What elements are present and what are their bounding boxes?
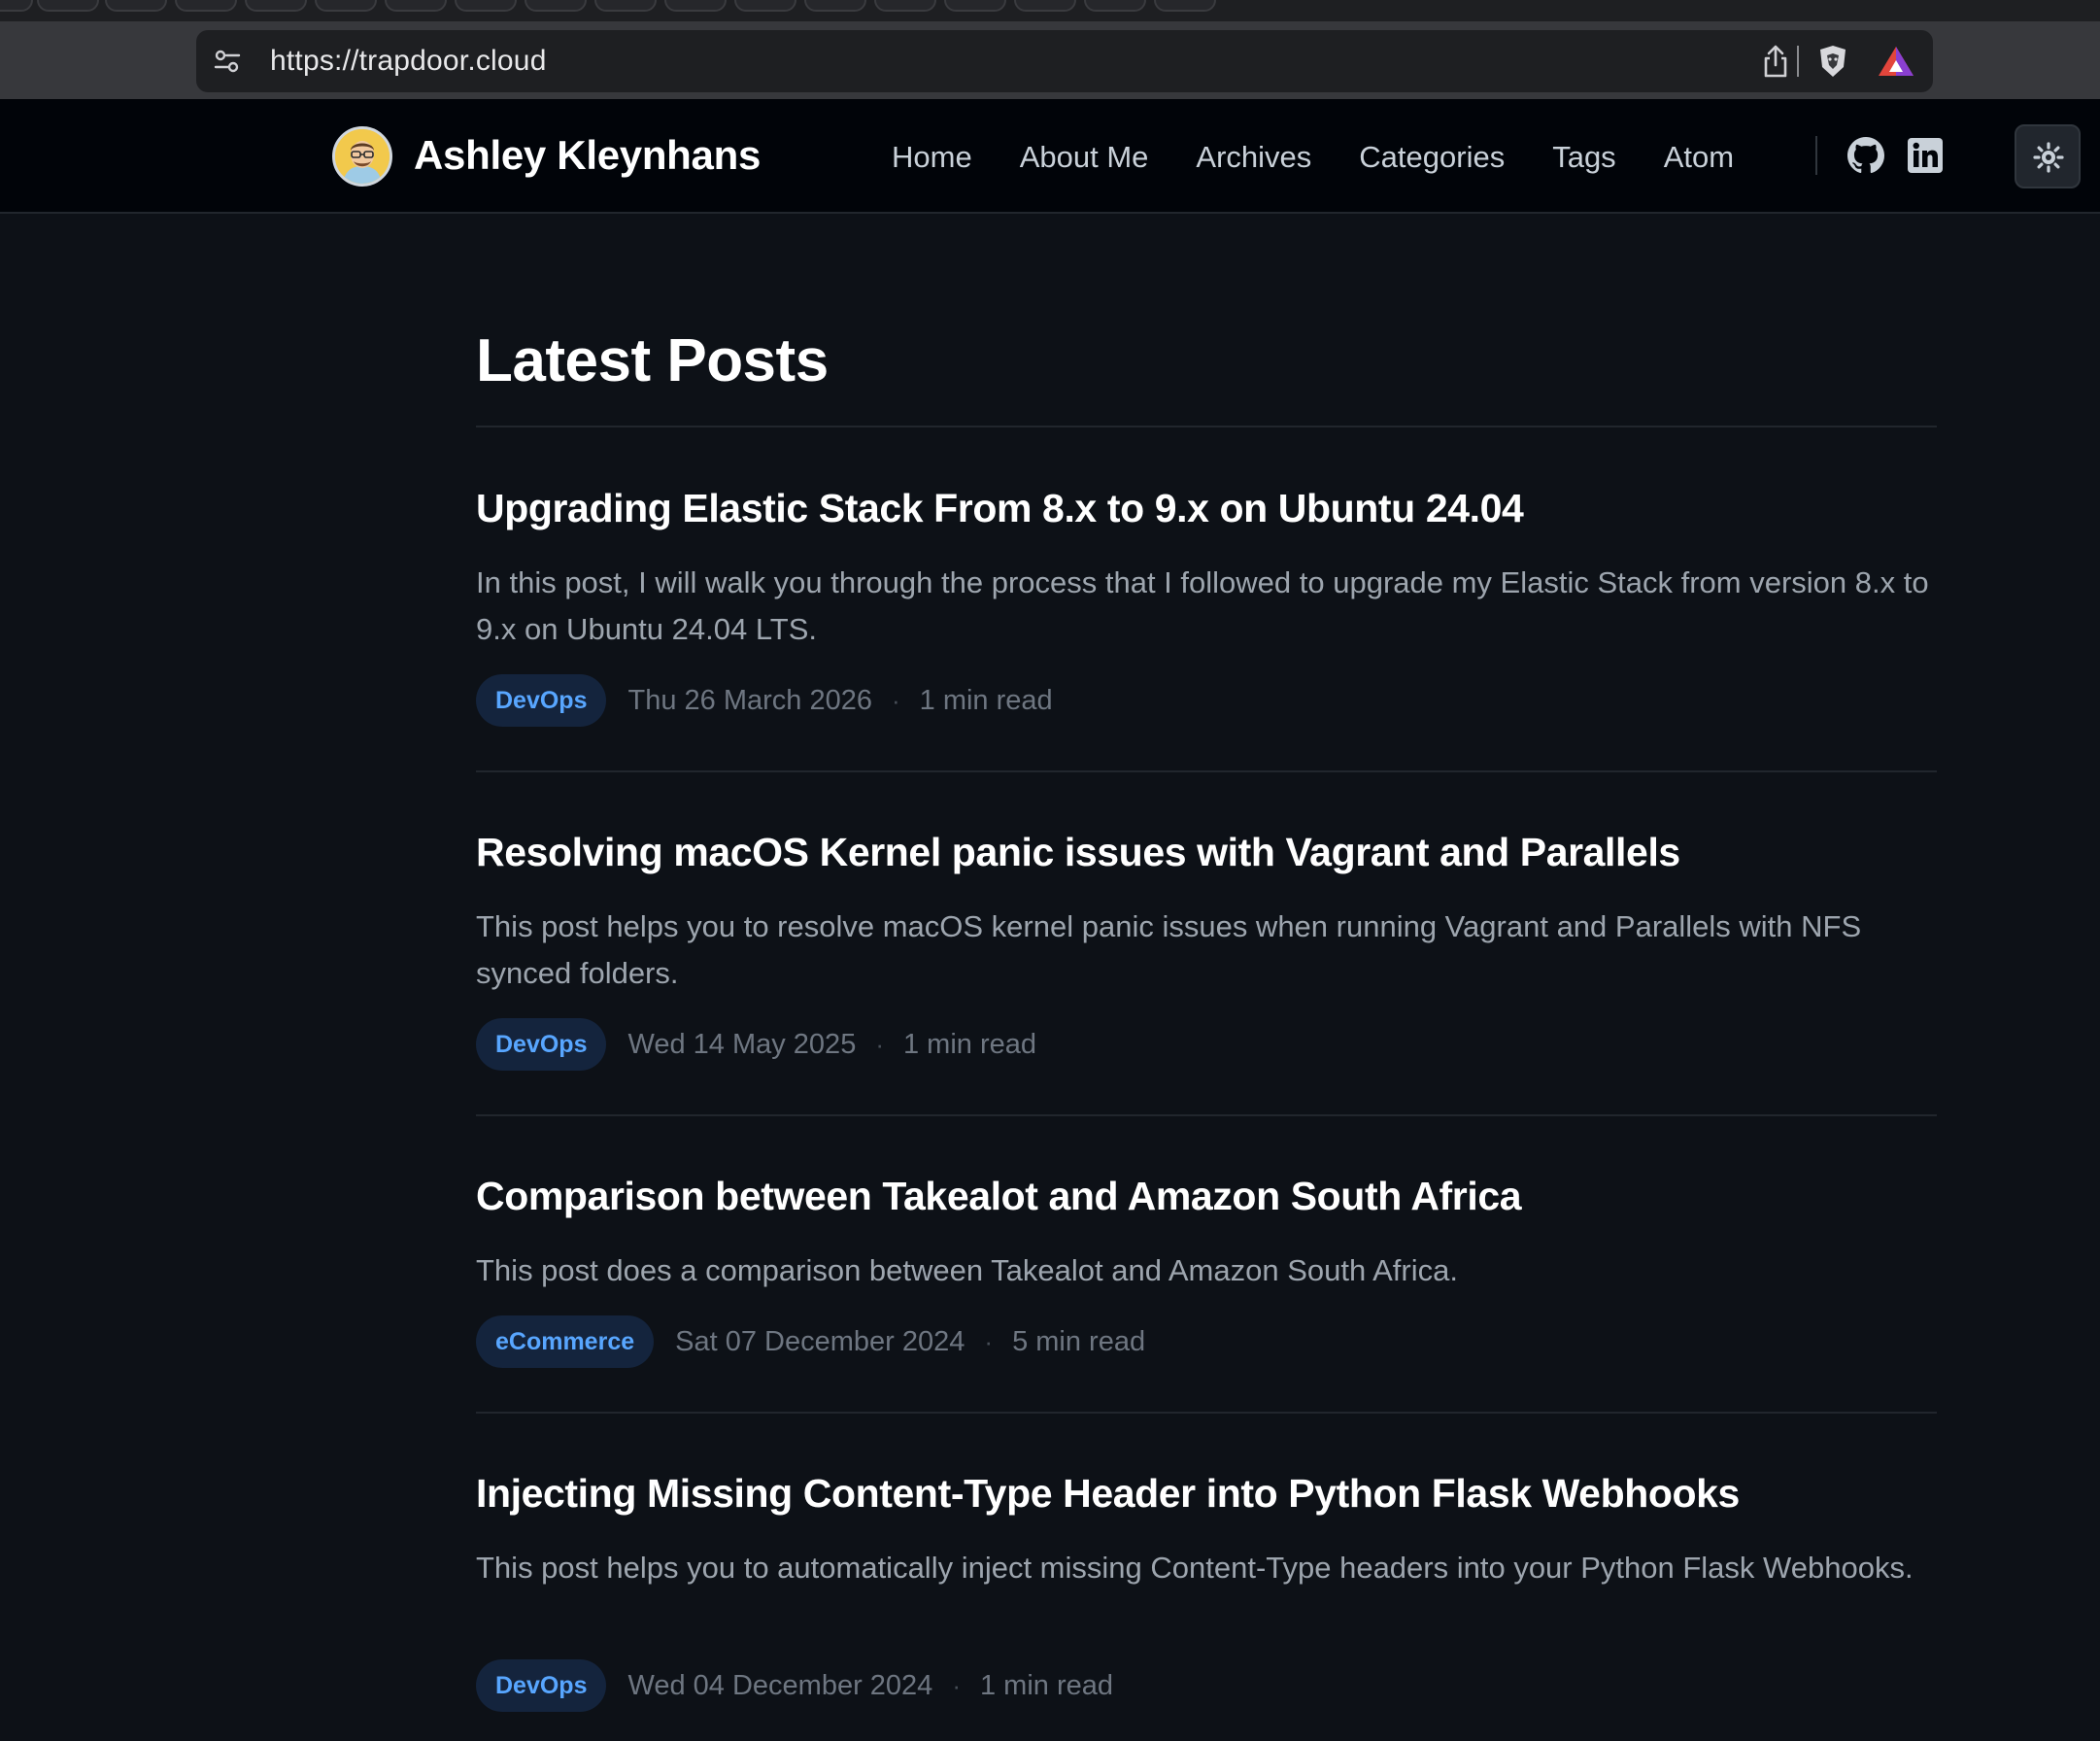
nav-archives[interactable]: Archives <box>1196 140 1311 175</box>
browser-tab[interactable] <box>664 0 727 12</box>
category-badge[interactable]: DevOps <box>476 1018 607 1071</box>
nav-about-me[interactable]: About Me <box>1020 140 1149 175</box>
divider <box>476 770 1937 772</box>
post-title[interactable]: Resolving macOS Kernel panic issues with… <box>476 830 1680 875</box>
post-meta: DevOps Wed 14 May 2025 · 1 min read <box>476 1018 1036 1071</box>
theme-toggle-button[interactable] <box>2015 124 2081 188</box>
divider <box>476 426 1937 427</box>
toolbar-divider <box>1797 46 1799 77</box>
post-meta: DevOps Wed 04 December 2024 · 1 min read <box>476 1659 1113 1712</box>
nav-tags[interactable]: Tags <box>1552 140 1615 175</box>
nav-divider <box>1815 136 1817 175</box>
post-date: Wed 04 December 2024 <box>627 1669 933 1701</box>
read-time: 1 min read <box>903 1028 1037 1060</box>
address-bar[interactable]: https://trapdoor.cloud <box>196 30 1933 92</box>
avatar-illustration <box>335 129 390 184</box>
browser-tab[interactable] <box>175 0 237 12</box>
avatar[interactable] <box>332 126 392 187</box>
category-badge[interactable]: eCommerce <box>476 1315 655 1368</box>
brave-shields-icon[interactable] <box>1816 44 1849 79</box>
post-summary: In this post, I will walk you through th… <box>476 565 1929 646</box>
post-title[interactable]: Upgrading Elastic Stack From 8.x to 9.x … <box>476 486 1524 531</box>
post-meta: DevOps Thu 26 March 2026 · 1 min read <box>476 674 1053 727</box>
nav-home[interactable]: Home <box>892 140 972 175</box>
browser-tab[interactable] <box>0 0 33 12</box>
browser-tab[interactable] <box>245 0 307 12</box>
read-time: 5 min read <box>1012 1325 1146 1357</box>
meta-separator: · <box>891 685 900 715</box>
browser-toolbar: https://trapdoor.cloud <box>0 21 2100 99</box>
divider <box>476 1114 1937 1116</box>
browser-tab[interactable] <box>105 0 167 12</box>
divider <box>476 1412 1937 1414</box>
linkedin-icon[interactable] <box>1908 138 1943 173</box>
browser-tab[interactable] <box>594 0 657 12</box>
browser-tab[interactable] <box>525 0 587 12</box>
browser-tab-strip <box>0 0 2100 21</box>
site-settings-icon[interactable] <box>214 48 241 75</box>
browser-tab[interactable] <box>1084 0 1146 12</box>
browser-tab[interactable] <box>874 0 936 12</box>
nav-atom[interactable]: Atom <box>1664 140 1734 175</box>
browser-tab[interactable] <box>37 0 99 12</box>
read-time: 1 min read <box>979 1669 1113 1701</box>
post-meta: eCommerce Sat 07 December 2024 · 5 min r… <box>476 1315 1145 1368</box>
post-title[interactable]: Injecting Missing Content-Type Header in… <box>476 1471 1740 1517</box>
site-header: Ashley Kleynhans Home About Me Archives … <box>0 99 2100 214</box>
post-title[interactable]: Comparison between Takealot and Amazon S… <box>476 1174 1522 1219</box>
page-title: Latest Posts <box>476 327 829 394</box>
github-icon[interactable] <box>1847 137 1884 174</box>
browser-tab[interactable] <box>455 0 517 12</box>
category-badge[interactable]: DevOps <box>476 674 607 727</box>
share-icon[interactable] <box>1760 44 1791 79</box>
post-date: Sat 07 December 2024 <box>675 1325 965 1357</box>
browser-tab[interactable] <box>804 0 866 12</box>
post-date: Wed 14 May 2025 <box>627 1028 857 1060</box>
meta-separator: · <box>952 1670 961 1700</box>
read-time: 1 min read <box>919 684 1053 716</box>
sun-icon <box>2033 142 2064 173</box>
browser-tab[interactable] <box>315 0 377 12</box>
url-text[interactable]: https://trapdoor.cloud <box>270 45 547 78</box>
browser-tab[interactable] <box>385 0 447 12</box>
category-badge[interactable]: DevOps <box>476 1659 607 1712</box>
meta-separator: · <box>875 1029 884 1059</box>
post-summary: This post helps you to automatically inj… <box>476 1551 1914 1585</box>
post-date: Thu 26 March 2026 <box>627 684 872 716</box>
browser-tab[interactable] <box>944 0 1006 12</box>
post-summary: This post helps you to resolve macOS ker… <box>476 909 1862 990</box>
nav-categories[interactable]: Categories <box>1359 140 1505 175</box>
meta-separator: · <box>984 1326 994 1356</box>
post-summary: This post does a comparison between Take… <box>476 1253 1458 1287</box>
main-nav: Home About Me Archives Categories Tags A… <box>892 140 1734 175</box>
browser-tab[interactable] <box>1014 0 1076 12</box>
browser-tab[interactable] <box>734 0 796 12</box>
site-title[interactable]: Ashley Kleynhans <box>414 132 761 179</box>
browser-tab[interactable] <box>1154 0 1216 12</box>
brave-rewards-icon[interactable] <box>1877 44 1915 79</box>
